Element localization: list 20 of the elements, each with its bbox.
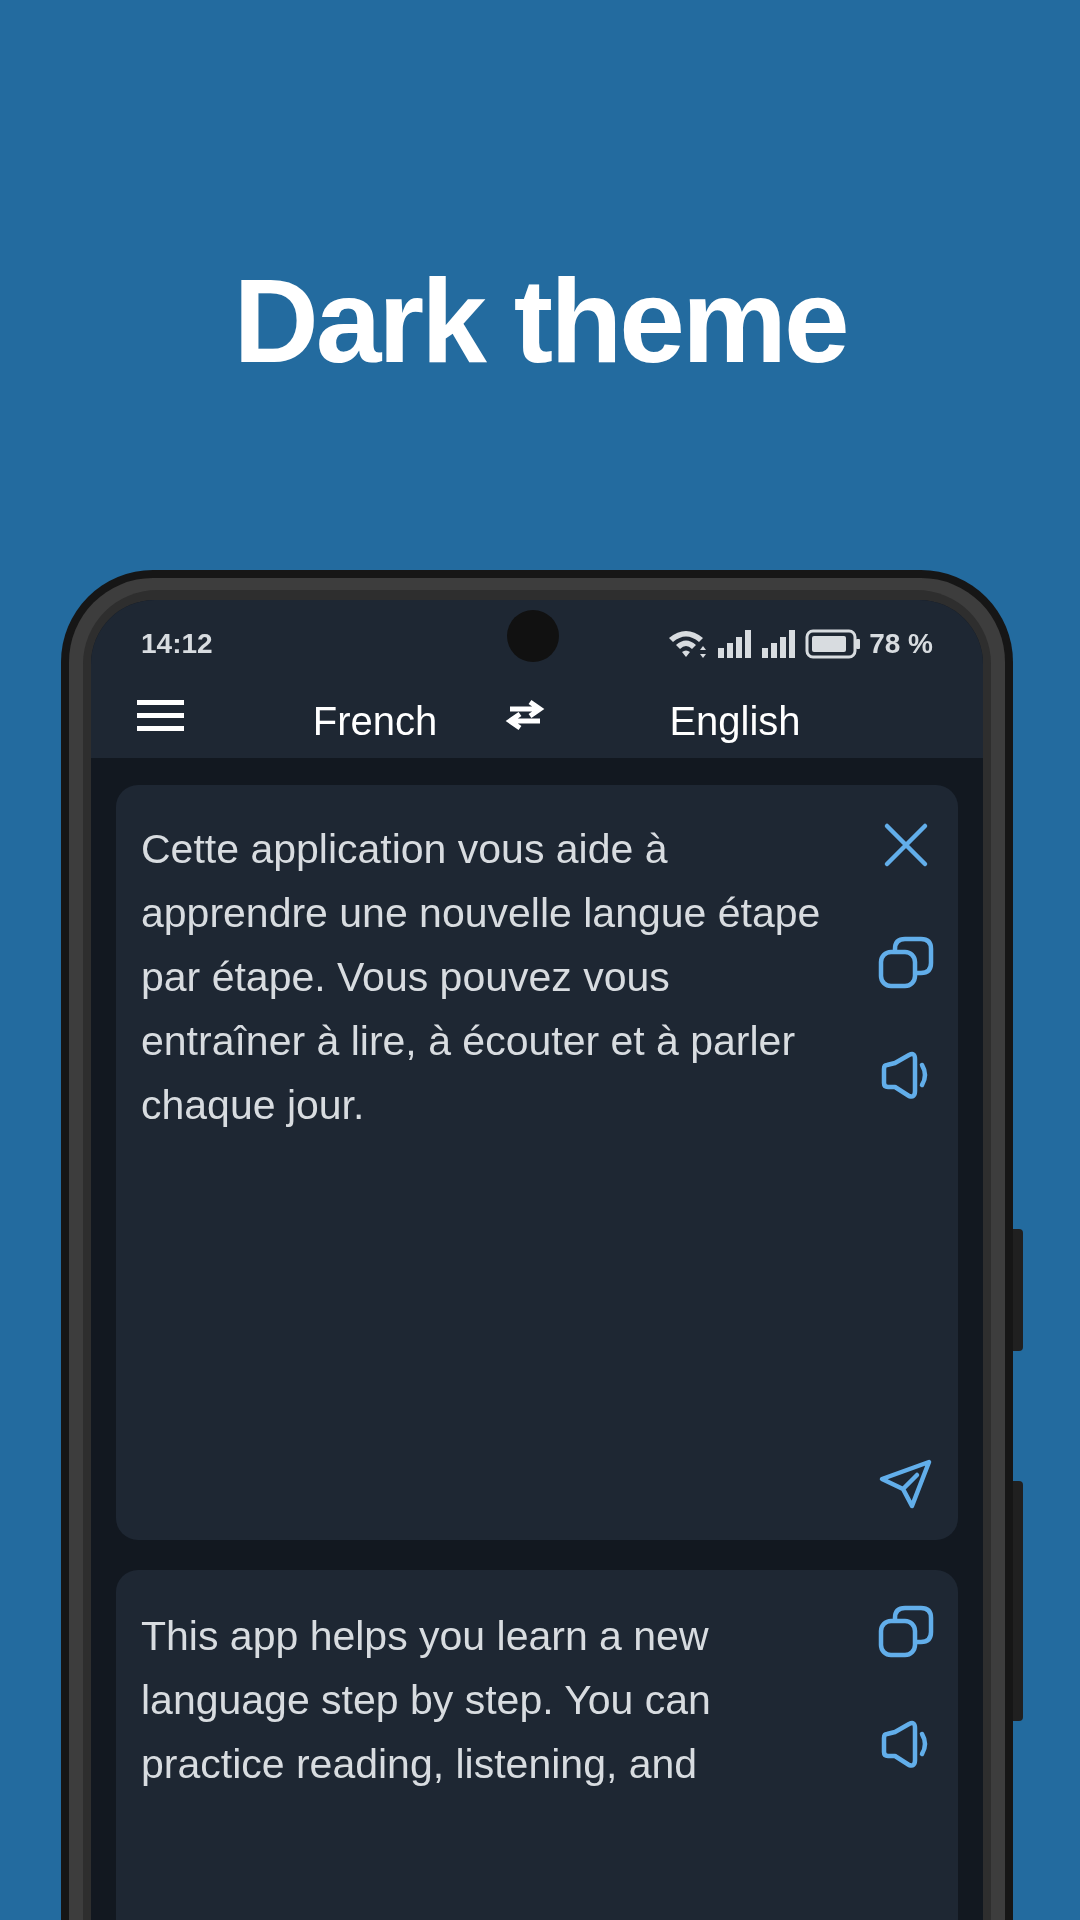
close-icon	[882, 821, 930, 869]
copy-icon	[878, 1604, 934, 1660]
battery-icon	[805, 629, 862, 659]
clear-button[interactable]	[882, 821, 930, 869]
copy-icon	[878, 935, 934, 991]
source-text[interactable]: Cette application vous aide à apprendre une nouvelle langue étape par étape. Vous pouvez vous entraîner à lire, à écouter et à parler chaque jour.	[141, 817, 831, 1510]
signal-icon	[761, 628, 798, 660]
translation-text: This app helps you learn a new language step by step. You can practice reading, listening, and	[141, 1612, 712, 1789]
source-language-button[interactable]: French	[275, 679, 475, 751]
copy-button[interactable]	[878, 935, 934, 991]
headline: Dark theme	[233, 262, 847, 380]
signal-icon	[717, 628, 754, 660]
menu-icon	[137, 699, 184, 731]
camera-hole	[507, 610, 559, 662]
send-icon	[879, 1458, 933, 1510]
copy-button[interactable]	[878, 1604, 934, 1660]
target-language-button[interactable]: English	[625, 679, 845, 751]
send-button[interactable]	[879, 1458, 933, 1510]
battery-percent: 78 %	[869, 627, 933, 661]
status-time: 14:12	[141, 627, 213, 661]
